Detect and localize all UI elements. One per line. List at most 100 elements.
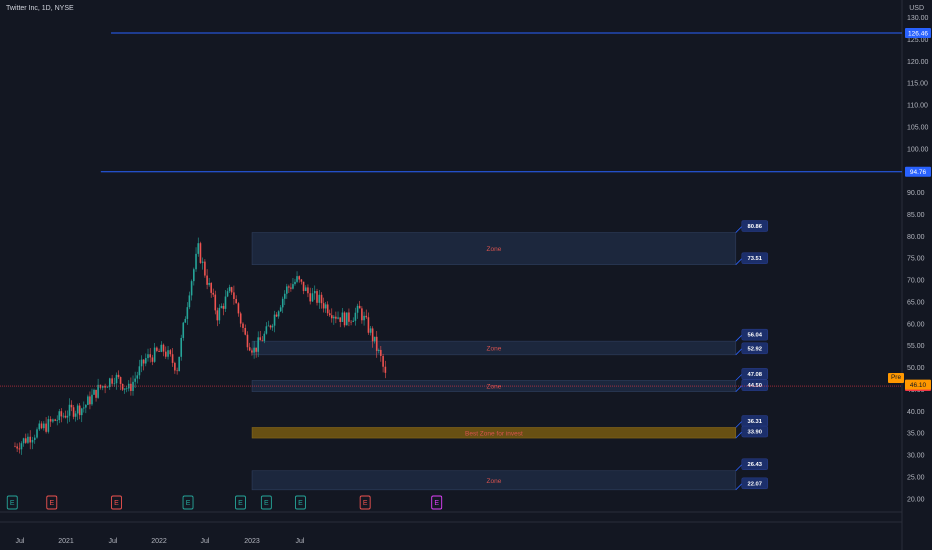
candle-body <box>244 327 247 335</box>
candle-body <box>358 305 361 309</box>
event-marker-letter: E <box>238 500 243 507</box>
candle-body <box>330 315 333 319</box>
candle-body <box>160 344 163 352</box>
candle-body <box>304 287 307 291</box>
y-tick-label: 115.00 <box>907 81 928 88</box>
candle-body <box>361 308 363 321</box>
candle-body <box>239 313 242 324</box>
candle-body <box>210 283 212 293</box>
candle-body <box>184 318 187 323</box>
candle-body <box>286 286 288 294</box>
y-tick-label: 40.00 <box>907 409 925 416</box>
candle-body <box>235 298 237 304</box>
event-marker-letter: E <box>49 500 54 507</box>
candle-body <box>188 295 191 308</box>
candle-body <box>253 347 255 353</box>
candle-body <box>108 378 111 388</box>
candle-body <box>242 323 244 328</box>
candle-body <box>367 317 370 333</box>
y-tick-label: 100.00 <box>907 146 929 153</box>
chart-background <box>0 0 932 550</box>
candle-body <box>20 443 23 450</box>
candle-body <box>40 423 43 429</box>
candle-body <box>62 415 65 417</box>
candle-body <box>18 448 21 450</box>
candle-body <box>201 261 204 263</box>
candle-body <box>142 359 145 364</box>
candle-body <box>267 325 270 327</box>
candle-body <box>171 354 174 363</box>
candle-body <box>149 354 152 358</box>
x-tick-label: Jul <box>201 538 210 545</box>
candle-body <box>72 407 75 417</box>
candle-body <box>281 298 284 308</box>
candle-body <box>147 354 149 359</box>
zone-bottom-price-label: 52.92 <box>748 346 763 352</box>
candle-body <box>275 314 278 317</box>
candle-body <box>111 378 113 384</box>
candle-body <box>204 261 206 276</box>
candle-body <box>371 328 374 342</box>
candle-body <box>222 306 225 309</box>
zone-label: Zone <box>487 345 502 352</box>
candle-body <box>373 336 376 342</box>
candle-body <box>208 283 210 285</box>
x-tick-label: 2022 <box>151 538 167 545</box>
candle-body <box>228 287 231 292</box>
y-tick-label: 75.00 <box>907 256 925 263</box>
candle-body <box>307 287 309 294</box>
candle-body <box>326 304 329 314</box>
candle-body <box>248 347 251 351</box>
pre-market-price-value: 46.10 <box>910 382 927 389</box>
candle-body <box>269 325 272 328</box>
event-marker-letter: E <box>434 500 439 507</box>
candle-body <box>121 383 124 390</box>
price-chart[interactable]: 130.00125.00120.00115.00110.00105.00100.… <box>0 0 932 550</box>
candle-body <box>311 293 314 302</box>
pre-market-badge: Pre <box>888 373 904 383</box>
candle-body <box>76 405 79 414</box>
y-tick-label: 55.00 <box>907 343 925 350</box>
candle-body <box>341 312 344 322</box>
candle-body <box>363 315 365 321</box>
candle-body <box>130 383 132 391</box>
candle-body <box>212 292 215 295</box>
chart-title: Twitter Inc, 1D, NYSE <box>6 5 74 12</box>
candle-body <box>273 314 276 326</box>
candle-body <box>33 437 36 441</box>
candle-body <box>140 359 143 367</box>
candle-body <box>377 349 380 351</box>
candle-body <box>384 366 387 373</box>
candle-body <box>237 303 240 314</box>
candle-body <box>251 350 253 353</box>
y-tick-label: 90.00 <box>907 190 925 197</box>
candle-body <box>277 311 280 317</box>
candle-body <box>382 355 384 367</box>
candle-body <box>117 374 120 378</box>
candle-body <box>153 347 156 362</box>
candle-body <box>352 320 355 322</box>
zone-top-price-label: 56.04 <box>748 333 763 339</box>
candle-body <box>125 388 128 390</box>
candle-body <box>220 306 223 308</box>
candle-body <box>74 413 77 417</box>
candle-body <box>162 344 165 352</box>
candle-body <box>58 411 61 421</box>
candle-body <box>38 423 41 430</box>
candle-body <box>80 408 83 416</box>
candle-body <box>52 419 54 422</box>
candle-body <box>132 381 134 391</box>
y-tick-label: 20.00 <box>907 496 925 503</box>
candle-body <box>206 275 208 285</box>
candle-body <box>265 326 268 334</box>
y-tick-label: 130.00 <box>907 15 929 22</box>
zone-label: Zone <box>487 478 502 485</box>
candle-body <box>246 334 249 348</box>
candle-body <box>64 415 67 418</box>
level-price-tag-label: 126.46 <box>908 30 928 37</box>
candle-body <box>380 349 382 356</box>
candle-body <box>49 419 52 422</box>
candle-body <box>16 446 18 449</box>
y-tick-label: 50.00 <box>907 365 925 372</box>
candle-body <box>24 438 27 443</box>
